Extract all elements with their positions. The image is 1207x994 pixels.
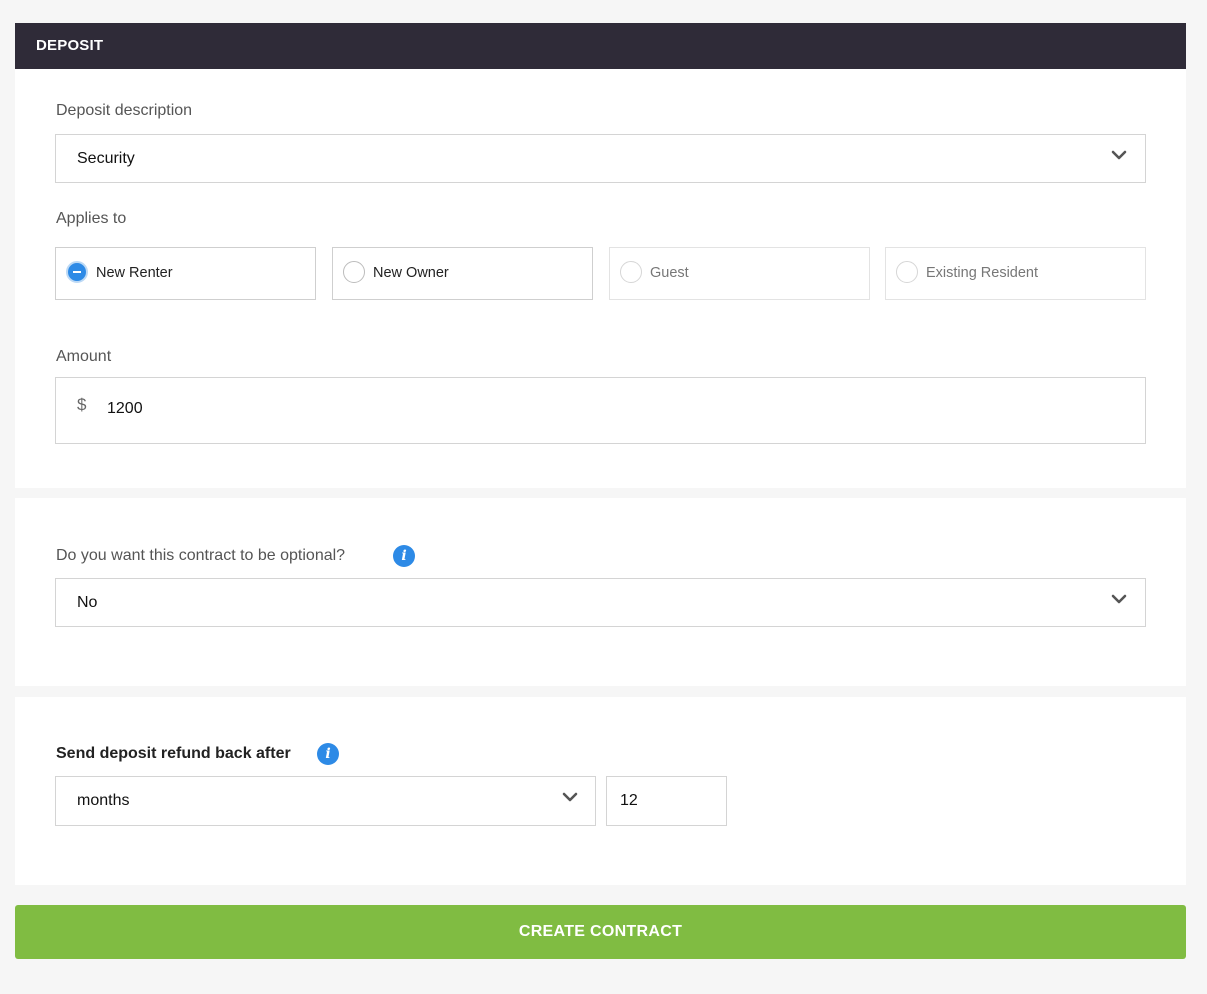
deposit-details-card: Deposit description Security Applies to … (15, 69, 1186, 488)
panel-header: DEPOSIT (15, 23, 1186, 69)
radio-unselected-icon (896, 261, 918, 283)
amount-input[interactable]: $ 1200 (55, 377, 1146, 444)
deposit-description-select[interactable]: Security (55, 134, 1146, 183)
currency-symbol: $ (77, 395, 87, 414)
radio-unselected-icon (620, 261, 642, 283)
applies-to-existing-resident[interactable]: Existing Resident (885, 247, 1146, 300)
create-contract-button[interactable]: CREATE CONTRACT (15, 905, 1186, 959)
optional-select[interactable]: No (55, 578, 1146, 627)
refund-card: Send deposit refund back after i months … (15, 697, 1186, 885)
refund-label: Send deposit refund back after (56, 745, 291, 762)
radio-label: New Renter (96, 265, 173, 281)
applies-to-label: Applies to (56, 210, 127, 227)
refund-unit-value: months (77, 792, 130, 809)
create-contract-label: CREATE CONTRACT (518, 923, 683, 940)
deposit-description-label: Deposit description (56, 102, 193, 119)
chevron-down-icon (1111, 594, 1127, 604)
optional-question-label: Do you want this contract to be optional… (56, 547, 346, 564)
chevron-down-icon (562, 792, 578, 802)
radio-label: New Owner (373, 265, 449, 281)
applies-to-guest[interactable]: Guest (609, 247, 870, 300)
amount-value: 1200 (107, 400, 143, 417)
radio-label: Existing Resident (926, 265, 1039, 281)
panel-title: DEPOSIT (36, 37, 104, 54)
radio-label: Guest (650, 265, 689, 281)
optional-contract-card: Do you want this contract to be optional… (15, 498, 1186, 686)
refund-unit-select[interactable]: months (55, 776, 596, 826)
applies-to-new-renter[interactable]: New Renter (55, 247, 316, 300)
refund-count-input[interactable]: 12 (606, 776, 727, 826)
radio-unselected-icon (343, 261, 365, 283)
radio-selected-icon (66, 261, 88, 283)
info-icon[interactable]: i (393, 545, 415, 567)
optional-value: No (77, 594, 98, 611)
chevron-down-icon (1111, 150, 1127, 160)
deposit-description-value: Security (77, 150, 135, 167)
amount-label: Amount (56, 348, 112, 365)
info-icon[interactable]: i (317, 743, 339, 765)
refund-count-value: 12 (620, 792, 638, 809)
applies-to-new-owner[interactable]: New Owner (332, 247, 593, 300)
